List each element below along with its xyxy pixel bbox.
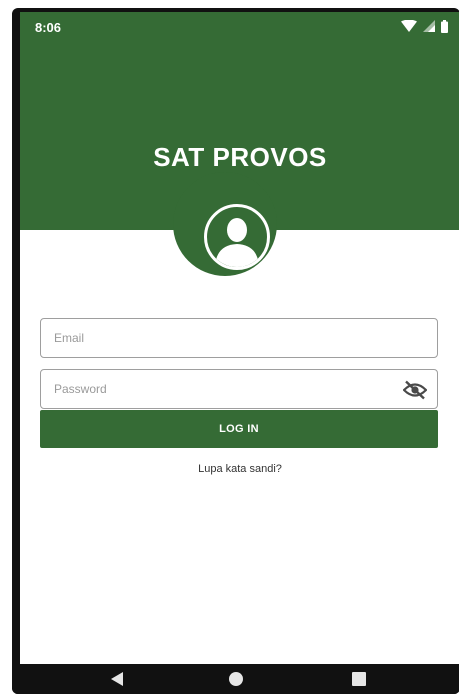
password-field xyxy=(40,369,438,409)
wifi-icon xyxy=(401,20,417,32)
status-icons xyxy=(401,18,448,34)
status-bar: 8:06 xyxy=(20,12,459,42)
login-button[interactable]: LOG IN xyxy=(40,410,438,448)
app-screen: 8:06 SAT PROVOS Email LOG IN Lupa kata s… xyxy=(20,12,459,664)
home-icon[interactable] xyxy=(229,672,243,686)
recents-icon[interactable] xyxy=(352,672,366,686)
phone-frame: 8:06 SAT PROVOS Email LOG IN Lupa kata s… xyxy=(12,8,459,694)
password-input[interactable] xyxy=(41,370,437,408)
battery-icon xyxy=(441,19,448,33)
avatar-badge xyxy=(173,172,277,276)
navigation-bar xyxy=(12,664,459,694)
forgot-password-link[interactable]: Lupa kata sandi? xyxy=(20,463,459,475)
password-visibility-toggle[interactable] xyxy=(402,380,428,400)
email-input[interactable] xyxy=(41,319,437,357)
app-title: SAT PROVOS xyxy=(153,142,327,172)
eye-slash-icon xyxy=(402,380,428,400)
email-field xyxy=(40,318,438,358)
user-avatar-icon xyxy=(215,218,259,267)
back-icon[interactable] xyxy=(111,672,123,686)
status-time: 8:06 xyxy=(35,20,62,35)
signal-icon xyxy=(423,20,435,32)
avatar-ring xyxy=(204,204,270,270)
